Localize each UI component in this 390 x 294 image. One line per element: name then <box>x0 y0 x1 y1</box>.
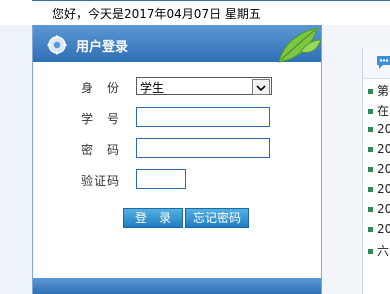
chevron-down-icon[interactable] <box>252 79 270 95</box>
password-label: 密 码 <box>81 143 121 157</box>
bullet-icon <box>368 187 373 192</box>
bullet-icon <box>368 147 373 152</box>
identity-row: 身 份 学生 <box>33 76 321 98</box>
chat-bubble-icon <box>377 56 390 69</box>
news-item[interactable]: 第 <box>368 82 390 100</box>
top-divider <box>32 0 390 1</box>
identity-select-value: 学生 <box>140 81 165 95</box>
login-panel: 用户登录 身 份 学生 学 号 密 码 验证码 登 录 忘记密码 <box>32 25 322 294</box>
bullet-icon <box>368 227 373 232</box>
identity-label: 身 份 <box>81 81 121 95</box>
login-button[interactable]: 登 录 <box>123 208 183 228</box>
right-panel-header <box>363 48 390 79</box>
right-news-panel: 第 在 20 20 20 20 20 20 六 <box>362 48 390 294</box>
news-item[interactable]: 在 <box>368 102 390 120</box>
news-item[interactable]: 20 <box>368 222 390 240</box>
captcha-input[interactable] <box>136 169 186 189</box>
student-id-input[interactable] <box>136 107 270 127</box>
leaf-decoration-icon <box>278 27 321 63</box>
student-id-row: 学 号 <box>33 107 321 129</box>
news-item[interactable]: 20 <box>368 202 390 220</box>
gear-icon <box>47 35 67 55</box>
news-item[interactable]: 六 <box>368 242 390 260</box>
bullet-icon <box>368 167 373 172</box>
identity-select[interactable]: 学生 <box>136 77 272 95</box>
bullet-icon <box>368 109 373 114</box>
bullet-icon <box>368 207 373 212</box>
captcha-row: 验证码 <box>33 169 321 191</box>
news-item[interactable]: 20 <box>368 142 390 160</box>
next-panel-header <box>33 278 321 294</box>
captcha-label: 验证码 <box>81 174 121 188</box>
left-edge-strip <box>0 25 33 294</box>
news-item[interactable]: 20 <box>368 162 390 180</box>
login-panel-title: 用户登录 <box>76 40 129 55</box>
news-item[interactable]: 20 <box>368 182 390 200</box>
news-item[interactable]: 20 <box>368 122 390 140</box>
password-row: 密 码 <box>33 138 321 160</box>
forgot-password-button[interactable]: 忘记密码 <box>185 208 249 228</box>
top-bar: 您好，今天是2017年04月07日 星期五 <box>0 0 390 25</box>
bullet-icon <box>368 89 373 94</box>
password-input[interactable] <box>136 138 270 158</box>
bullet-icon <box>368 249 373 254</box>
student-id-label: 学 号 <box>81 112 121 126</box>
bullet-icon <box>368 127 373 132</box>
login-panel-header: 用户登录 <box>33 25 321 63</box>
date-greeting: 您好，今天是2017年04月07日 星期五 <box>52 7 261 21</box>
